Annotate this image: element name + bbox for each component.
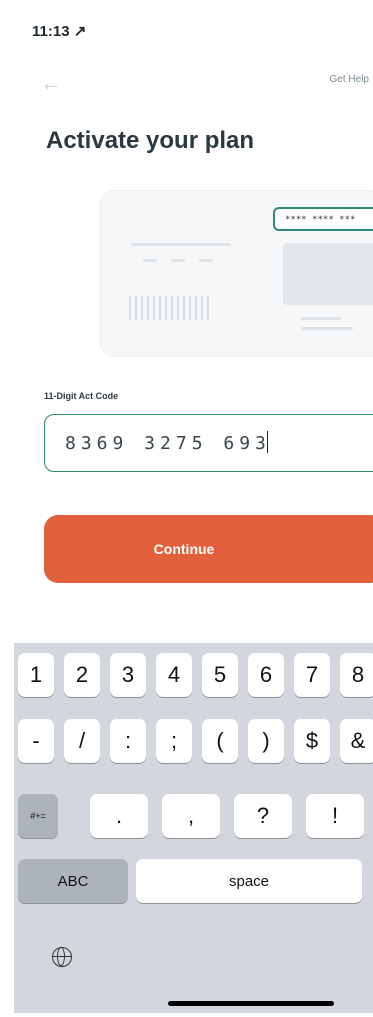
illustration-line bbox=[171, 259, 185, 262]
numeric-keyboard: 1 2 3 4 5 6 7 8 - / : ; ( ) $ & #+= . , … bbox=[14, 643, 373, 1013]
key-period[interactable]: . bbox=[90, 794, 148, 838]
key-slash[interactable]: / bbox=[64, 719, 100, 763]
key-4[interactable]: 4 bbox=[156, 653, 192, 697]
key-2[interactable]: 2 bbox=[64, 653, 100, 697]
key-5[interactable]: 5 bbox=[202, 653, 238, 697]
illustration-barcode bbox=[129, 296, 213, 320]
key-question[interactable]: ? bbox=[234, 794, 292, 838]
status-time: 11:13 ↗ bbox=[32, 23, 87, 40]
illustration-code-pill: **** **** *** bbox=[273, 207, 373, 231]
page-title: Activate your plan bbox=[46, 127, 255, 154]
key-exclamation[interactable]: ! bbox=[306, 794, 364, 838]
key-3[interactable]: 3 bbox=[110, 653, 146, 697]
illustration-line bbox=[301, 317, 341, 320]
key-colon[interactable]: : bbox=[110, 719, 146, 763]
globe-icon[interactable] bbox=[52, 947, 72, 967]
illustration-line bbox=[301, 327, 353, 330]
key-7[interactable]: 7 bbox=[294, 653, 330, 697]
card-illustration: **** **** *** bbox=[100, 190, 373, 357]
key-dash[interactable]: - bbox=[18, 719, 54, 763]
illustration-line bbox=[143, 259, 157, 262]
key-6[interactable]: 6 bbox=[248, 653, 284, 697]
key-8[interactable]: 8 bbox=[340, 653, 373, 697]
back-arrow-icon[interactable]: ← bbox=[40, 70, 62, 96]
home-indicator bbox=[168, 1001, 334, 1006]
continue-button[interactable]: Continue bbox=[44, 515, 373, 583]
key-dollar[interactable]: $ bbox=[294, 719, 330, 763]
act-code-input[interactable]: 8369 3275 693 bbox=[44, 414, 373, 472]
space-key[interactable]: space bbox=[136, 859, 362, 903]
illustration-line bbox=[131, 243, 231, 246]
key-semicolon[interactable]: ; bbox=[156, 719, 192, 763]
key-ampersand[interactable]: & bbox=[340, 719, 373, 763]
text-caret bbox=[266, 431, 268, 453]
continue-label: Continue bbox=[153, 541, 215, 557]
act-code-label: 11-Digit Act Code bbox=[44, 391, 119, 401]
act-code-value: 8369 3275 693 bbox=[65, 433, 271, 454]
illustration-card bbox=[283, 243, 373, 305]
abc-key[interactable]: ABC bbox=[18, 859, 128, 903]
key-close-paren[interactable]: ) bbox=[248, 719, 284, 763]
key-comma[interactable]: , bbox=[162, 794, 220, 838]
key-open-paren[interactable]: ( bbox=[202, 719, 238, 763]
key-1[interactable]: 1 bbox=[18, 653, 54, 697]
symbols-key[interactable]: #+= bbox=[18, 794, 58, 838]
illustration-line bbox=[199, 259, 213, 262]
get-help-link[interactable]: Get Help bbox=[330, 74, 369, 85]
